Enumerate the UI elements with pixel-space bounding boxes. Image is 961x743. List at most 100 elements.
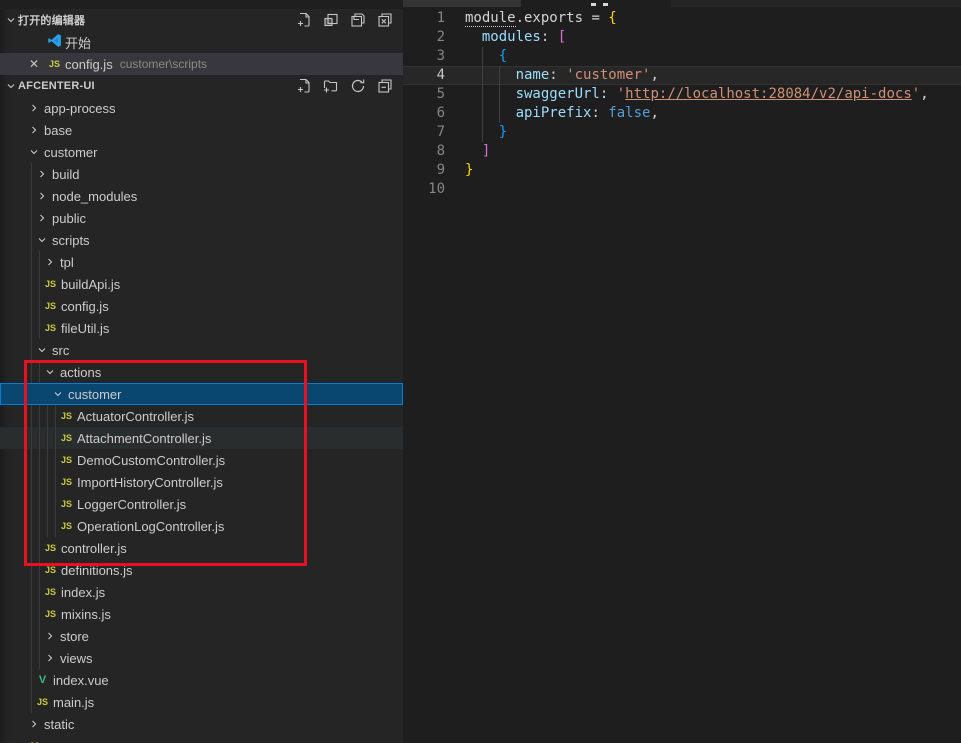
tree-file-row[interactable]: JSDemoCustomController.js — [0, 449, 403, 471]
workspace-title: AFCENTER-UI — [18, 80, 95, 92]
tree-folder-row[interactable]: tpl — [0, 251, 403, 273]
tab-partial-inactive[interactable] — [403, 0, 521, 7]
js-file-icon: JS — [42, 301, 59, 311]
tree-folder-row[interactable]: customer — [0, 383, 403, 405]
code-line-content: { — [465, 47, 507, 66]
tree-folder-row[interactable]: customer — [0, 141, 403, 163]
indent-guide — [31, 273, 32, 295]
code-line: 4 name: 'customer', — [403, 66, 961, 85]
tree-folder-row[interactable]: scripts — [0, 229, 403, 251]
chevron-right-icon — [34, 166, 50, 182]
tree-file-row[interactable]: JSbuildApi.js — [0, 273, 403, 295]
indent-guide — [55, 405, 56, 427]
tree-folder-row[interactable]: src — [0, 339, 403, 361]
open-editor-label: 开始 — [65, 33, 91, 52]
tree-folder-row[interactable]: public — [0, 207, 403, 229]
open-editor-item-config[interactable]: ✕ JS config.js customer\scripts — [0, 53, 403, 75]
new-untitled-file-icon[interactable] — [294, 10, 314, 30]
editor-indent-guide — [482, 104, 483, 123]
tree-file-row[interactable]: JSmain.js — [0, 691, 403, 713]
close-all-editors-icon[interactable] — [375, 10, 395, 30]
editor-indent-guide — [482, 47, 483, 66]
js-file-icon: JS — [42, 565, 59, 575]
tree-item-label: controller.js — [61, 541, 127, 556]
indent-guide — [39, 449, 40, 471]
tree-folder-row[interactable]: build — [0, 163, 403, 185]
line-number: 8 — [403, 142, 445, 161]
indent-guide — [47, 471, 48, 493]
indent-guide — [39, 471, 40, 493]
code-line: 8 ] — [403, 142, 961, 161]
indent-guide — [31, 185, 32, 207]
tree-folder-row[interactable]: node_modules — [0, 185, 403, 207]
code-line-content: } — [465, 123, 507, 142]
js-file-icon: JS — [42, 279, 59, 289]
new-file-icon[interactable] — [294, 76, 314, 96]
tree-file-row[interactable]: JSLoggerController.js — [0, 493, 403, 515]
code-line-content: name: 'customer', — [465, 66, 659, 85]
line-number: 2 — [403, 28, 445, 47]
refresh-icon[interactable] — [348, 76, 368, 96]
js-file-icon: JS — [34, 697, 51, 707]
tree-file-row[interactable]: JSindex.js — [0, 581, 403, 603]
tree-file-row[interactable]: JSdefinitions.js — [0, 559, 403, 581]
tree-folder-row[interactable]: static — [0, 713, 403, 735]
tree-file-row[interactable]: JS — [0, 735, 403, 743]
tree-file-row[interactable]: JSfileUtil.js — [0, 317, 403, 339]
close-icon[interactable]: ✕ — [26, 57, 42, 71]
indent-guide — [39, 251, 40, 273]
code-line: 6 apiPrefix: false, — [403, 104, 961, 123]
indent-guide — [55, 427, 56, 449]
tree-file-row[interactable]: JScontroller.js — [0, 537, 403, 559]
tree-item-label: actions — [60, 365, 101, 380]
chevron-down-icon — [26, 144, 42, 160]
chevron-down-icon — [42, 364, 58, 380]
tree-folder-row[interactable]: actions — [0, 361, 403, 383]
indent-guide — [31, 647, 32, 669]
tree-folder-row[interactable]: store — [0, 625, 403, 647]
tree-file-row[interactable]: JSmixins.js — [0, 603, 403, 625]
open-editors-section-header[interactable]: 打开的编辑器 — [0, 9, 403, 31]
vscode-logo-icon — [46, 33, 63, 51]
explorer-actions — [294, 76, 403, 96]
tree-folder-row[interactable]: views — [0, 647, 403, 669]
line-number: 5 — [403, 85, 445, 104]
editor-indent-guide — [482, 66, 483, 85]
tree-folder-row[interactable]: base — [0, 119, 403, 141]
explorer-sidebar: 打开的编辑器 — [0, 0, 403, 743]
tree-file-row[interactable]: JSAttachmentController.js — [0, 427, 403, 449]
tree-file-row[interactable]: JSActuatorController.js — [0, 405, 403, 427]
indent-guide — [47, 405, 48, 427]
js-file-icon: JS — [42, 543, 59, 553]
vue-file-icon: V — [34, 674, 51, 686]
line-number: 6 — [403, 104, 445, 123]
open-editor-item-start[interactable]: 开始 — [0, 31, 403, 53]
js-file-icon: JS — [42, 587, 59, 597]
indent-guide — [39, 427, 40, 449]
tree-file-row[interactable]: Vindex.vue — [0, 669, 403, 691]
js-file-icon: JS — [46, 59, 63, 69]
collapse-folders-icon[interactable] — [375, 76, 395, 96]
tree-folder-row[interactable]: app-process — [0, 97, 403, 119]
tree-item-label: main.js — [53, 695, 94, 710]
code-line-content: swaggerUrl: 'http://localhost:28084/v2/a… — [465, 85, 929, 104]
indent-guide — [31, 317, 32, 339]
js-file-icon: JS — [58, 521, 75, 531]
js-file-icon: JS — [58, 455, 75, 465]
code-line: 2 modules: [ — [403, 28, 961, 47]
tree-file-row[interactable]: JSImportHistoryController.js — [0, 471, 403, 493]
chevron-down-icon — [34, 342, 50, 358]
tab-partial-active[interactable] — [521, 0, 671, 7]
indent-guide — [31, 251, 32, 273]
explorer-section-header[interactable]: AFCENTER-UI — [0, 75, 403, 97]
new-folder-icon[interactable] — [321, 76, 341, 96]
tree-item-label: src — [52, 343, 69, 358]
indent-guide — [39, 537, 40, 559]
open-editor-label: config.js — [65, 57, 113, 72]
toggle-editor-layout-icon[interactable] — [321, 10, 341, 30]
save-all-icon[interactable] — [348, 10, 368, 30]
tree-file-row[interactable]: JSOperationLogController.js — [0, 515, 403, 537]
tree-file-row[interactable]: JSconfig.js — [0, 295, 403, 317]
code-editor[interactable]: 1module.exports = {2 modules: [3 {4 name… — [403, 7, 961, 199]
editor-indent-guide — [499, 104, 500, 123]
